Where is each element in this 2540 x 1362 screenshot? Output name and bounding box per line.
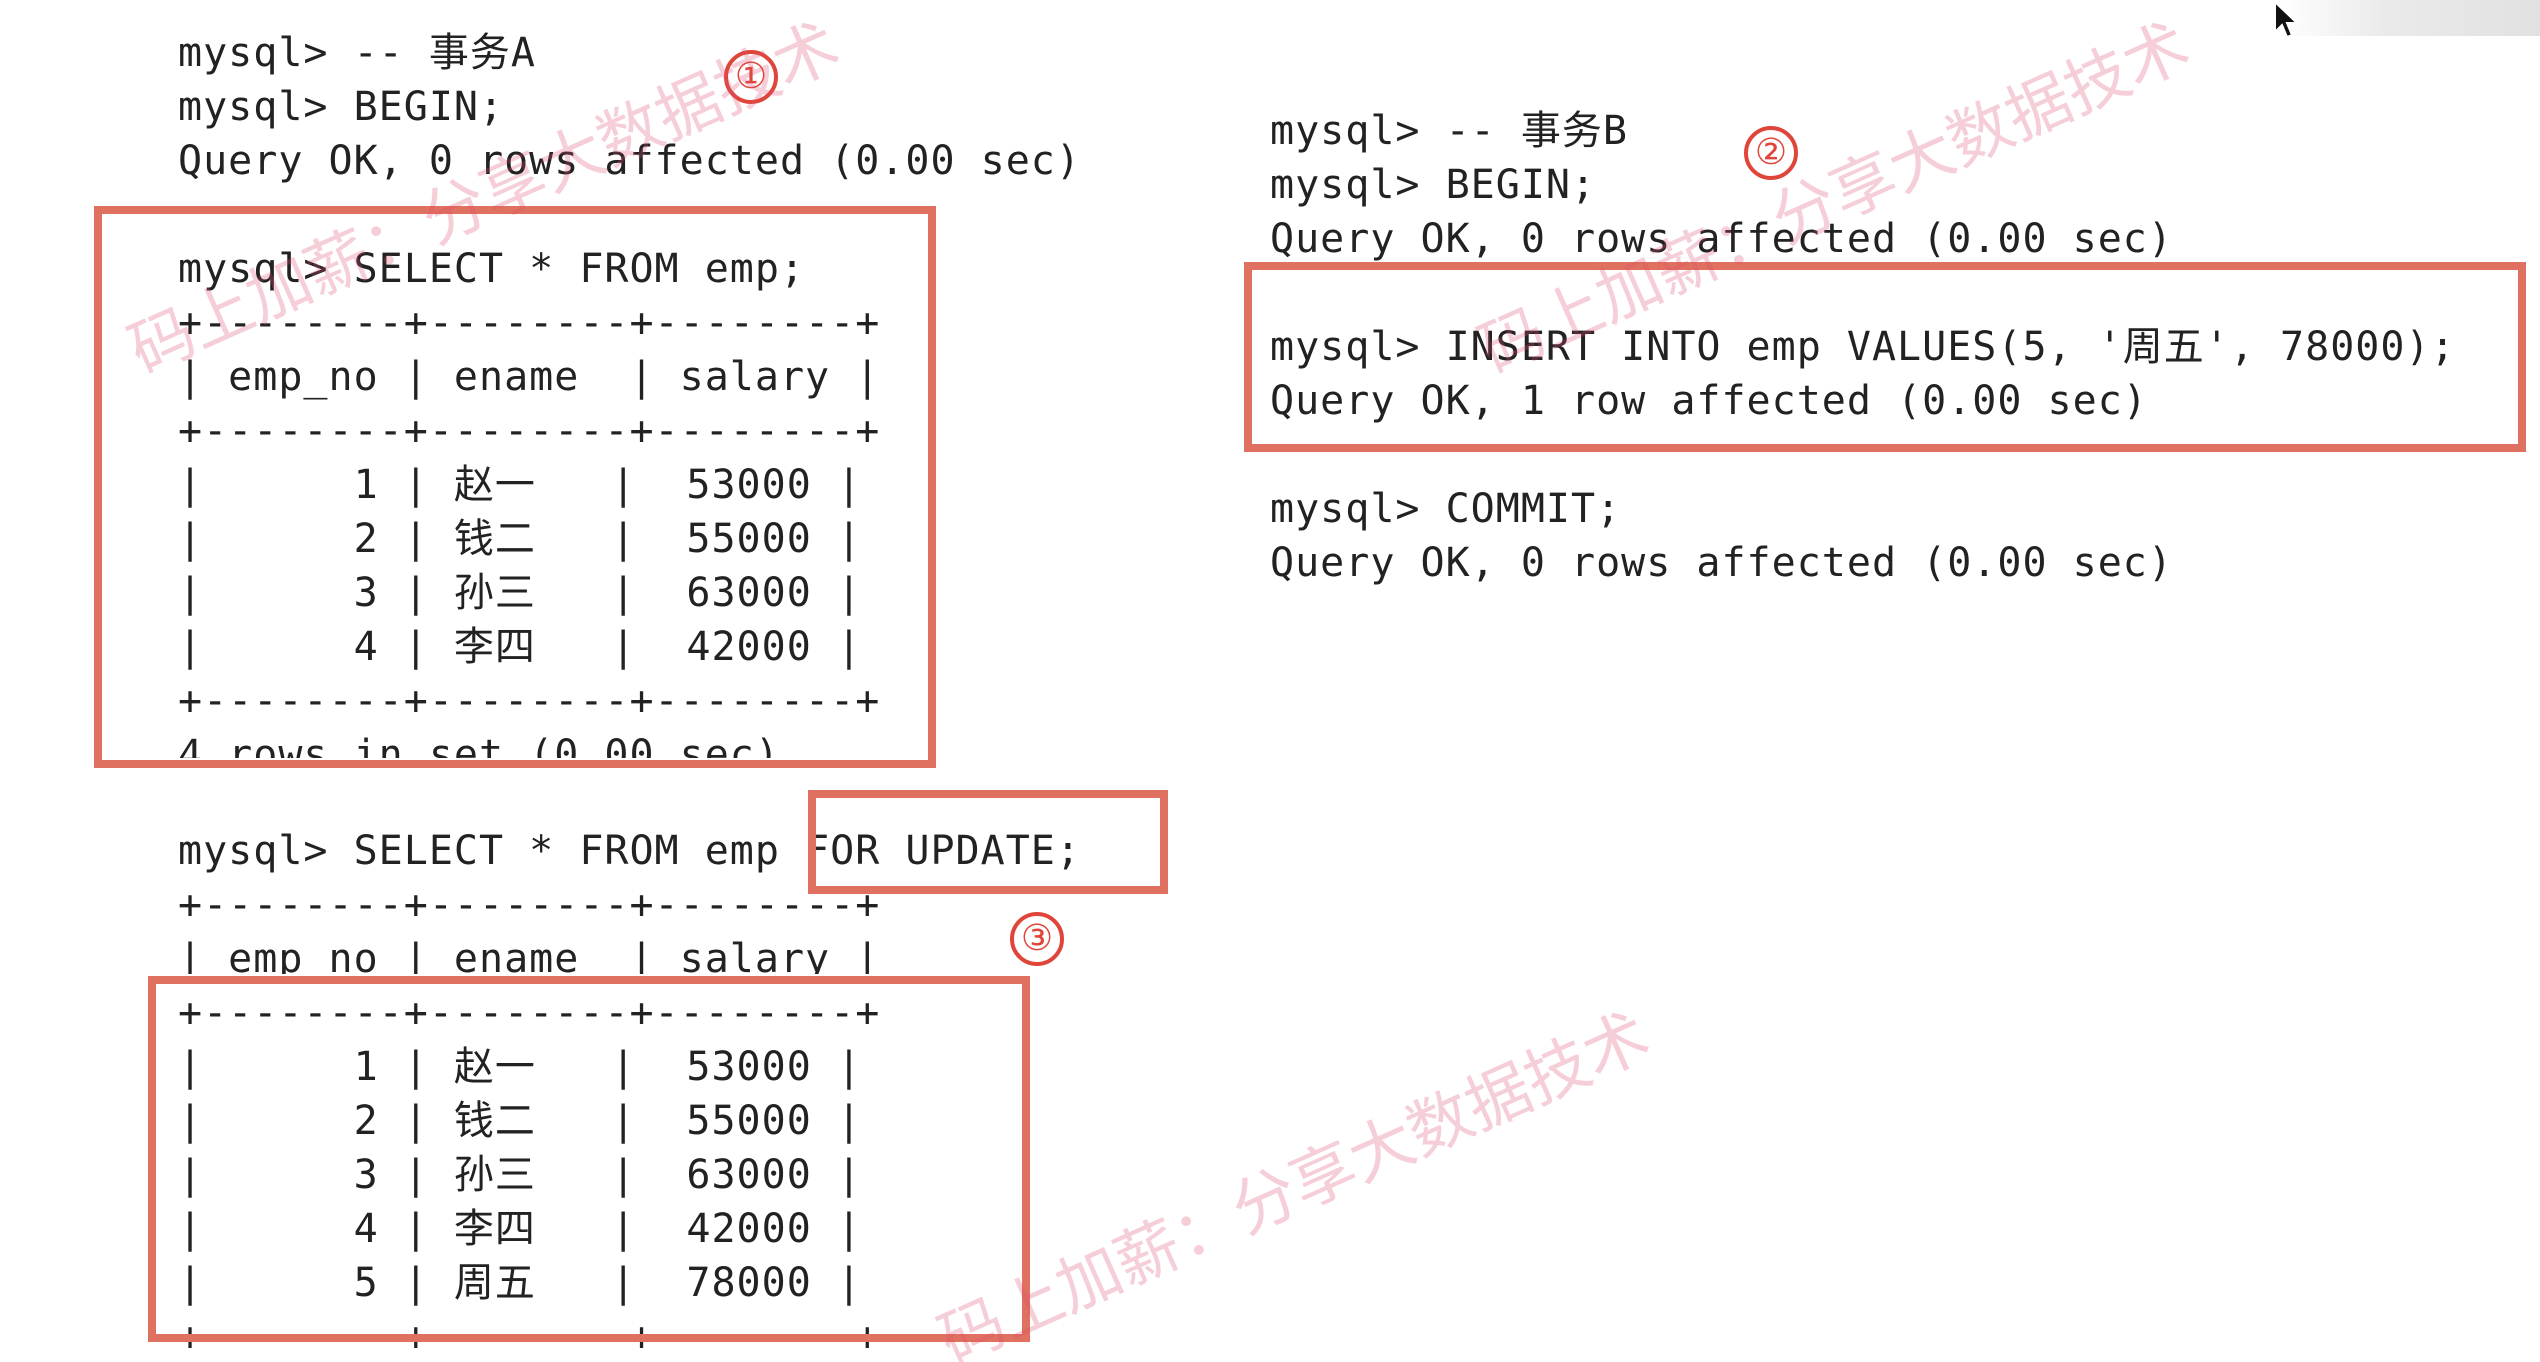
table-border-line: +--------+--------+--------+ — [178, 408, 881, 454]
txb-insert-result: Query OK, 1 row affected (0.00 sec) — [1270, 378, 2148, 424]
table-header-row: | emp_no | ename | salary | — [178, 354, 881, 400]
txb-commit-line: mysql> COMMIT; — [1270, 486, 1622, 532]
table-row: | 3 | 孙三 | 63000 | — [178, 570, 862, 616]
txa-begin-result: Query OK, 0 rows affected (0.00 sec) — [178, 138, 1081, 184]
step-marker-3: ③ — [1010, 912, 1064, 966]
txa-begin-line: mysql> BEGIN; — [178, 84, 505, 130]
txb-begin-result: Query OK, 0 rows affected (0.00 sec) — [1270, 216, 2173, 262]
table-row: | 2 | 钱二 | 55000 | — [178, 1098, 862, 1144]
rows-in-set-line: 4 rows in set (0.00 sec) — [178, 732, 780, 758]
txa-select-line: mysql> SELECT * FROM emp; — [178, 246, 806, 292]
step-marker-1: ① — [724, 50, 778, 104]
table-border-line: +--------+--------+--------+ — [178, 882, 881, 928]
table-row: | 2 | 钱二 | 55000 | — [178, 516, 862, 562]
table-border-line: +--------+--------+--------+ — [178, 990, 881, 1036]
corner-overlay — [2280, 0, 2540, 36]
screenshot-canvas: mysql> -- 事务A mysql> BEGIN; Query OK, 0 … — [0, 0, 2540, 1362]
table-row: | 1 | 赵一 | 53000 | — [178, 1044, 862, 1090]
step-marker-2: ② — [1744, 126, 1798, 180]
table-border-line: +--------+--------+--------+ — [178, 300, 881, 346]
txb-comment-line: mysql> -- 事务B — [1270, 108, 1628, 154]
table-row: | 5 | 周五 | 78000 | — [178, 1260, 862, 1306]
table-row: | 4 | 李四 | 42000 | — [178, 624, 862, 670]
table-header-row: | emp_no | ename | salary | — [178, 936, 881, 974]
txa-select-for-update-line: mysql> SELECT * FROM emp FOR UPDATE; — [178, 828, 1081, 874]
table-row: | 4 | 李四 | 42000 | — [178, 1206, 862, 1252]
table-border-line: +--------+--------+--------+ — [178, 678, 881, 724]
txb-begin-line: mysql> BEGIN; — [1270, 162, 1597, 208]
table-row: | 1 | 赵一 | 53000 | — [178, 462, 862, 508]
txb-insert-line: mysql> INSERT INTO emp VALUES(5, '周五', 7… — [1270, 324, 2456, 370]
table-row: | 3 | 孙三 | 63000 | — [178, 1152, 862, 1198]
mouse-cursor-icon — [2274, 0, 2300, 39]
txb-commit-result: Query OK, 0 rows affected (0.00 sec) — [1270, 540, 2173, 586]
watermark-text: 码上加薪：分享大数据技术 — [928, 999, 1661, 1362]
txa-comment-line: mysql> -- 事务A — [178, 30, 536, 76]
table-border-line: +--------+--------+--------+ — [178, 1314, 881, 1350]
